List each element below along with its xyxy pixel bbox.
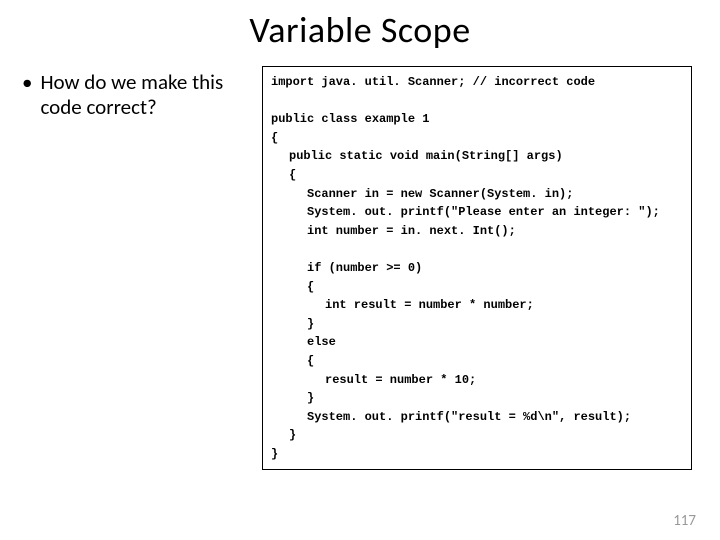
code-line: int number = in. next. Int(); xyxy=(271,222,683,241)
code-line: { xyxy=(271,352,683,371)
code-line: Scanner in = new Scanner(System. in); xyxy=(271,185,683,204)
code-line: if (number >= 0) xyxy=(271,259,683,278)
slide-title: Variable Scope xyxy=(20,8,700,52)
code-line: int result = number * number; xyxy=(271,296,683,315)
bullet-item: • How do we make this code correct? xyxy=(20,70,250,120)
code-line: { xyxy=(271,131,278,145)
code-line: result = number * 10; xyxy=(271,371,683,390)
code-line: System. out. printf("result = %d\n", res… xyxy=(271,408,683,427)
bullet-dot-icon: • xyxy=(22,70,32,95)
code-line: System. out. printf("Please enter an int… xyxy=(271,203,683,222)
page-number: 117 xyxy=(673,512,696,530)
bullet-text: How do we make this code correct? xyxy=(40,70,250,120)
code-line: public static void main(String[] args) xyxy=(271,147,683,166)
code-line: } xyxy=(271,426,683,445)
right-column: import java. util. Scanner; // incorrect… xyxy=(262,66,700,470)
code-line: else xyxy=(271,333,683,352)
code-line: } xyxy=(271,389,683,408)
slide: Variable Scope • How do we make this cod… xyxy=(0,0,720,540)
content-row: • How do we make this code correct? impo… xyxy=(20,66,700,470)
code-line: } xyxy=(271,315,683,334)
code-line: import java. util. Scanner; // incorrect… xyxy=(271,75,595,89)
left-column: • How do we make this code correct? xyxy=(20,66,250,470)
code-line: } xyxy=(271,447,278,461)
code-line: public class example 1 xyxy=(271,112,429,126)
code-line: { xyxy=(271,166,683,185)
code-line: { xyxy=(271,278,683,297)
code-box: import java. util. Scanner; // incorrect… xyxy=(262,66,692,470)
